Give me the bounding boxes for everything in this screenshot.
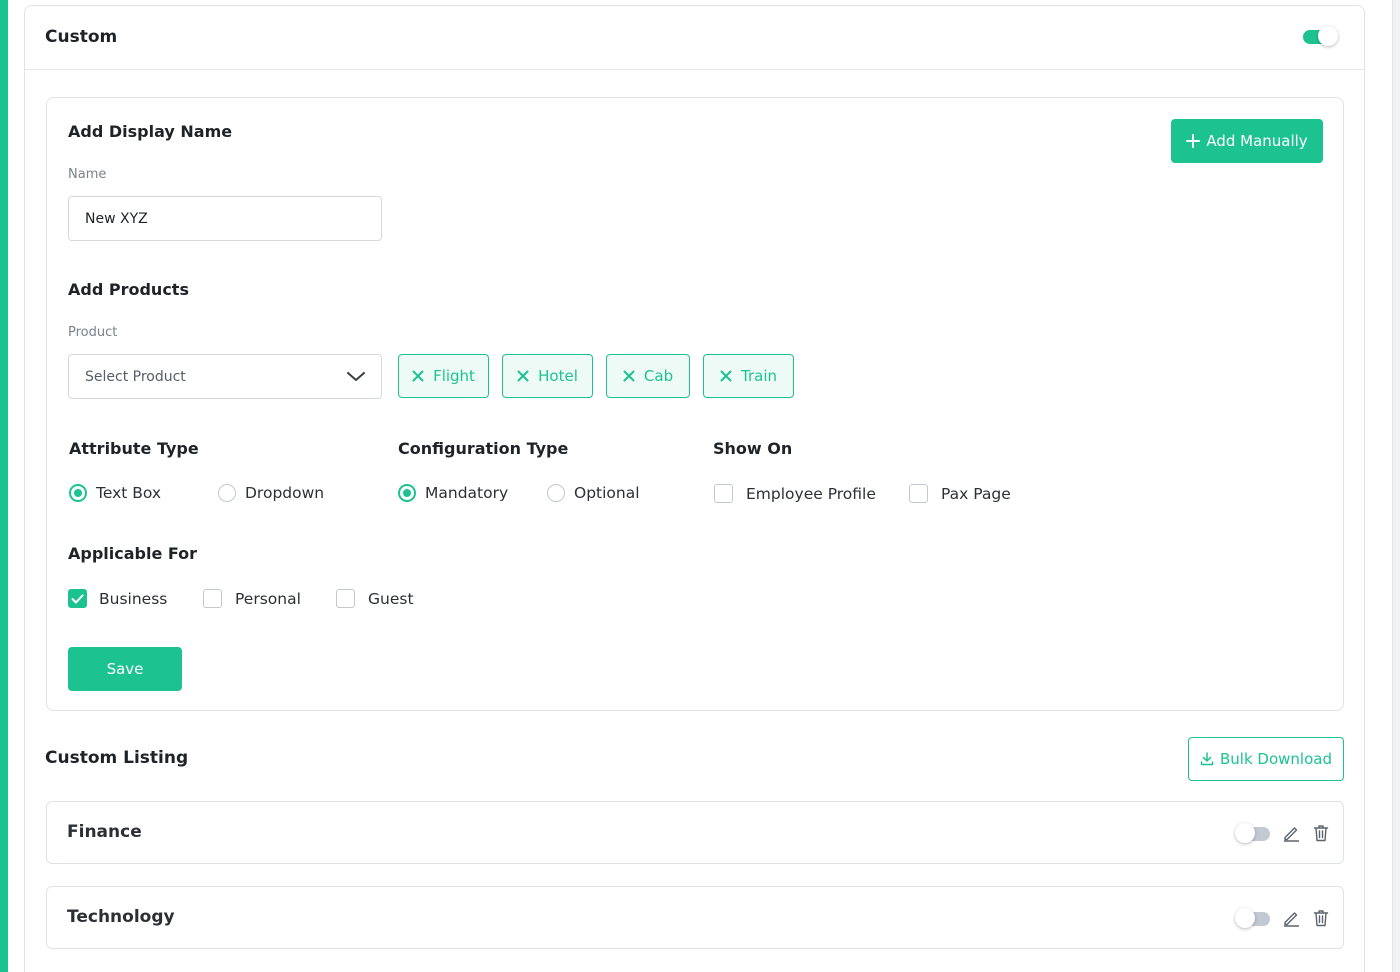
checkbox-indicator[interactable] [336, 589, 355, 608]
checkbox-business[interactable]: Business [68, 589, 167, 608]
add-manually-label: Add Manually [1206, 132, 1308, 150]
name-label: Name [68, 167, 107, 182]
radio-optional[interactable]: Optional [547, 484, 640, 502]
trash-icon[interactable] [1311, 823, 1331, 843]
chip-label: Hotel [538, 367, 578, 385]
list-item-name: Technology [67, 907, 175, 927]
edit-icon[interactable] [1281, 908, 1301, 928]
bulk-download-button[interactable]: Bulk Download [1188, 737, 1344, 781]
option-label: Mandatory [425, 484, 509, 502]
checkbox-indicator[interactable] [68, 589, 87, 608]
plus-icon [1186, 134, 1201, 148]
left-accent-bar [0, 0, 8, 972]
chip-label: Cab [643, 367, 674, 385]
save-button[interactable]: Save [68, 647, 182, 691]
card-header: Custom [25, 6, 1364, 70]
attribute-type-title: Attribute Type [69, 439, 199, 458]
products-title: Add Products [68, 280, 189, 299]
save-label: Save [106, 660, 144, 678]
product-chip[interactable]: Hotel [502, 354, 593, 398]
option-label: Text Box [96, 484, 162, 502]
option-label: Pax Page [941, 484, 1011, 503]
radio-indicator[interactable] [398, 484, 416, 502]
option-label: Guest [368, 589, 414, 608]
product-select-placeholder: Select Product [85, 368, 186, 385]
close-icon[interactable] [517, 370, 529, 382]
close-icon[interactable] [623, 370, 635, 382]
show-on-title: Show On [713, 439, 793, 458]
applicable-for-title: Applicable For [68, 544, 198, 563]
radio-indicator[interactable] [218, 484, 236, 502]
option-label: Business [99, 589, 168, 608]
checkbox-employee-profile[interactable]: Employee Profile [714, 484, 876, 503]
checkbox-indicator[interactable] [203, 589, 222, 608]
radio-indicator[interactable] [547, 484, 565, 502]
row-toggle[interactable] [1235, 823, 1270, 843]
checkbox-guest[interactable]: Guest [336, 589, 414, 608]
custom-listing-title: Custom Listing [45, 748, 189, 768]
close-icon[interactable] [412, 370, 424, 382]
display-name-title: Add Display Name [68, 122, 233, 141]
edit-icon[interactable] [1281, 823, 1301, 843]
custom-toggle[interactable] [1303, 26, 1338, 46]
checkbox-pax-page[interactable]: Pax Page [909, 484, 1011, 503]
option-label: Employee Profile [746, 484, 876, 503]
radio-indicator[interactable] [69, 484, 87, 502]
chip-label: Train [741, 367, 777, 385]
radio-text-box[interactable]: Text Box [69, 484, 161, 502]
product-chip[interactable]: Cab [606, 354, 690, 398]
product-label: Product [68, 325, 118, 340]
close-icon[interactable] [720, 370, 732, 382]
checkbox-indicator[interactable] [909, 484, 928, 503]
configuration-type-title: Configuration Type [398, 439, 569, 458]
checkmark-icon [71, 594, 84, 603]
scrollbar[interactable] [1392, 0, 1400, 972]
product-chip[interactable]: Flight [398, 354, 489, 398]
card-title: Custom [45, 27, 118, 47]
download-icon [1200, 752, 1214, 766]
radio-dropdown[interactable]: Dropdown [218, 484, 324, 502]
add-manually-button[interactable]: Add Manually [1171, 119, 1323, 163]
option-label: Dropdown [245, 484, 325, 502]
product-select[interactable]: Select Product [68, 354, 382, 399]
bulk-download-label: Bulk Download [1220, 750, 1332, 768]
chevron-down-icon [347, 371, 365, 381]
row-toggle[interactable] [1235, 908, 1270, 928]
chip-label: Flight [433, 367, 475, 385]
checkbox-personal[interactable]: Personal [203, 589, 301, 608]
option-label: Personal [235, 589, 301, 608]
trash-icon[interactable] [1311, 908, 1331, 928]
custom-form: Add Display Name Add Manually Name Add P… [46, 97, 1344, 711]
checkbox-indicator[interactable] [714, 484, 733, 503]
option-label: Optional [574, 484, 640, 502]
custom-card: Custom Add Display Name Add Manually Nam… [24, 5, 1365, 972]
radio-mandatory[interactable]: Mandatory [398, 484, 508, 502]
list-item: Technology [46, 886, 1344, 949]
list-item: Finance [46, 801, 1344, 864]
list-item-name: Finance [67, 822, 142, 842]
product-chip[interactable]: Train [703, 354, 794, 398]
name-input[interactable] [68, 196, 382, 241]
